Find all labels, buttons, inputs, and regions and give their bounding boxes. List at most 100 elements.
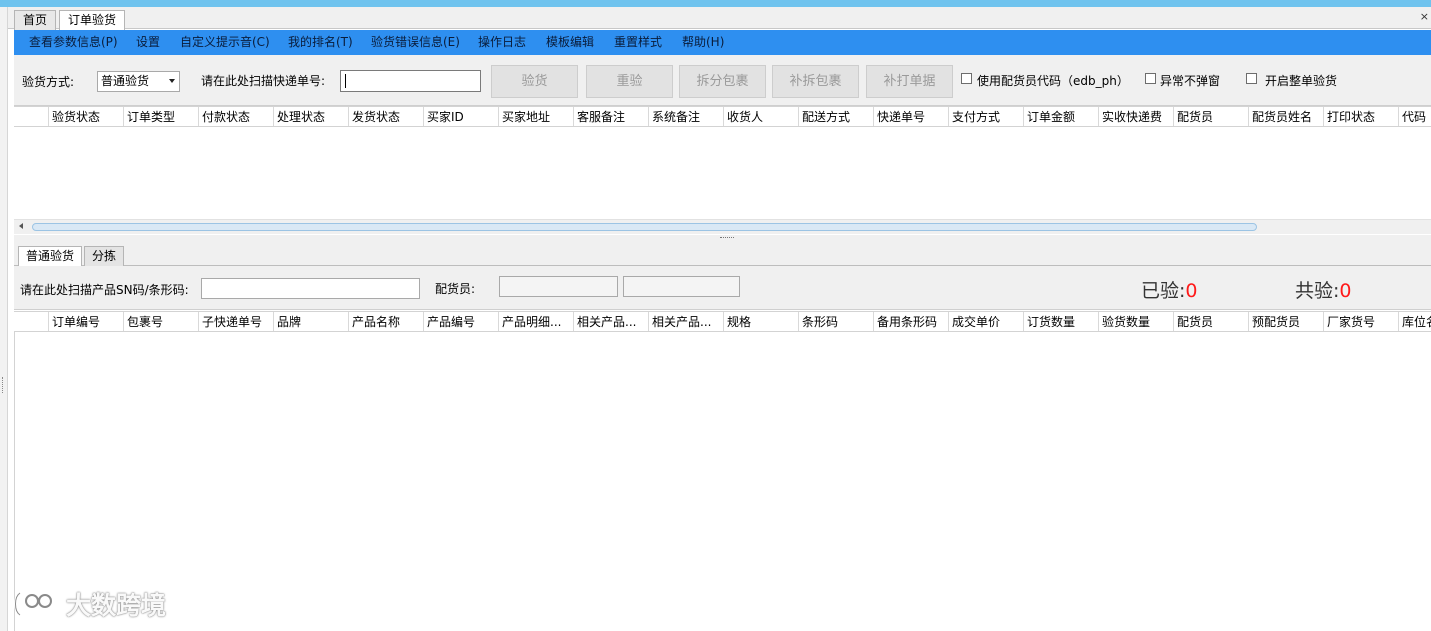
menu-template-edit[interactable]: 模板编辑 xyxy=(546,30,594,55)
menu-custom-sound[interactable]: 自定义提示音(C) xyxy=(180,30,270,55)
tracking-number-input[interactable] xyxy=(340,70,481,92)
col-brand[interactable]: 品牌 xyxy=(273,312,348,331)
whole-order-check-checkbox[interactable] xyxy=(1246,73,1257,84)
splitter-grip xyxy=(720,237,734,240)
tab-normal-check[interactable]: 普通验货 xyxy=(18,246,83,267)
col-product-name[interactable]: 产品名称 xyxy=(348,312,423,331)
scrollbar-thumb[interactable] xyxy=(32,223,1257,231)
col-shipping-fee[interactable]: 实收快递费 xyxy=(1098,107,1173,126)
document-tab-strip: 首页 订单验货 × xyxy=(8,7,1431,31)
check-toolbar: 验货方式: 普通验货 请在此处扫描快递单号: 验货 重验 拆分包裹 补拆包裹 补… xyxy=(14,55,1431,106)
menu-help[interactable]: 帮助(H) xyxy=(682,30,724,55)
col-system-note[interactable]: 系统备注 xyxy=(648,107,723,126)
whole-order-check-label: 开启整单验货 xyxy=(1265,74,1338,88)
col-buyer-address[interactable]: 买家地址 xyxy=(498,107,573,126)
col-ship-status[interactable]: 发货状态 xyxy=(348,107,423,126)
col-checked-qty[interactable]: 验货数量 xyxy=(1098,312,1173,331)
left-dock-strip xyxy=(0,7,8,631)
col-unit-price[interactable]: 成交单价 xyxy=(948,312,1023,331)
total-count: 共验:0 xyxy=(1295,276,1352,303)
close-icon[interactable]: × xyxy=(1420,10,1429,23)
scroll-left-icon[interactable] xyxy=(19,223,23,229)
col-spec[interactable]: 规格 xyxy=(723,312,798,331)
items-grid-body[interactable] xyxy=(14,332,1431,631)
col-code[interactable]: 代码 xyxy=(1398,107,1431,126)
recheck-button[interactable]: 重验 xyxy=(586,65,673,98)
orders-grid-body[interactable] xyxy=(14,127,1431,219)
checked-label: 已验: xyxy=(1141,280,1186,302)
checked-count: 已验:0 xyxy=(1141,276,1198,303)
orders-grid-header: 验货状态 订单类型 付款状态 处理状态 发货状态 买家ID 买家地址 客服备注 … xyxy=(14,106,1431,127)
total-label: 共验: xyxy=(1295,280,1340,302)
col-picker-name[interactable]: 配货员姓名 xyxy=(1248,107,1323,126)
panel-splitter[interactable] xyxy=(14,235,1431,243)
no-popup-checkbox[interactable] xyxy=(1145,73,1156,84)
col-vendor-sku[interactable]: 厂家货号 xyxy=(1323,312,1398,331)
col-related-product-2[interactable]: 相关产品... xyxy=(648,312,723,331)
menu-operation-log[interactable]: 操作日志 xyxy=(478,30,526,55)
col-tracking-number[interactable]: 快递单号 xyxy=(873,107,948,126)
picker-label: 配货员: xyxy=(435,282,476,296)
menu-my-ranking[interactable]: 我的排名(T) xyxy=(288,30,353,55)
col-pre-picker[interactable]: 预配货员 xyxy=(1248,312,1323,331)
col-service-note[interactable]: 客服备注 xyxy=(573,107,648,126)
col-receiver[interactable]: 收货人 xyxy=(723,107,798,126)
logo-icon xyxy=(12,589,60,625)
product-scan-bar: 请在此处扫描产品SN码/条形码: 配货员: 已验:0 共验:0 xyxy=(14,266,1431,310)
menu-check-errors[interactable]: 验货错误信息(E) xyxy=(371,30,460,55)
col-product-code[interactable]: 产品编号 xyxy=(423,312,498,331)
picker-name-field[interactable] xyxy=(623,276,740,297)
window-top-border xyxy=(0,0,1431,7)
col-barcode[interactable]: 条形码 xyxy=(798,312,873,331)
col-buyer-id[interactable]: 买家ID xyxy=(423,107,498,126)
watermark-text: 大数跨境 xyxy=(66,591,167,620)
col-product-detail[interactable]: 产品明细... xyxy=(498,312,573,331)
col-picker[interactable]: 配货员 xyxy=(1173,312,1248,331)
col-check-status[interactable]: 验货状态 xyxy=(48,107,123,126)
reprint-doc-button[interactable]: 补打单据 xyxy=(866,65,953,98)
col-order-amount[interactable]: 订单金额 xyxy=(1023,107,1098,126)
product-scan-label: 请在此处扫描产品SN码/条形码: xyxy=(20,283,189,297)
col-package-no[interactable]: 包裹号 xyxy=(123,312,198,331)
col-alt-barcode[interactable]: 备用条形码 xyxy=(873,312,948,331)
no-popup-label: 异常不弹窗 xyxy=(1160,74,1221,88)
scan-tracking-label: 请在此处扫描快递单号: xyxy=(201,74,326,88)
chevron-down-icon xyxy=(169,79,175,83)
picker-code-field[interactable] xyxy=(499,276,618,297)
use-picker-code-label: 使用配货员代码（edb_ph） xyxy=(977,74,1129,88)
tab-sorting[interactable]: 分拣 xyxy=(84,246,125,267)
tab-home[interactable]: 首页 xyxy=(14,10,57,30)
items-grid-header: 订单编号 包裹号 子快递单号 品牌 产品名称 产品编号 产品明细... 相关产品… xyxy=(14,311,1431,332)
col-order-type[interactable]: 订单类型 xyxy=(123,107,198,126)
tab-order-check[interactable]: 订单验货 xyxy=(59,10,126,31)
col-order-qty[interactable]: 订货数量 xyxy=(1023,312,1098,331)
product-code-input[interactable] xyxy=(201,278,420,299)
resplit-package-button[interactable]: 补拆包裹 xyxy=(772,65,859,98)
menu-settings[interactable]: 设置 xyxy=(136,30,160,55)
text-caret xyxy=(345,74,346,88)
menu-bar: 查看参数信息(P) 设置 自定义提示音(C) 我的排名(T) 验货错误信息(E)… xyxy=(14,30,1431,55)
col-process-status[interactable]: 处理状态 xyxy=(273,107,348,126)
watermark: 大数跨境 xyxy=(12,586,166,624)
col-location[interactable]: 库位名 xyxy=(1398,312,1431,331)
col-delivery-method[interactable]: 配送方式 xyxy=(798,107,873,126)
col-related-product-1[interactable]: 相关产品... xyxy=(573,312,648,331)
col-order-no[interactable]: 订单编号 xyxy=(48,312,123,331)
menu-reset-style[interactable]: 重置样式 xyxy=(614,30,662,55)
split-package-button[interactable]: 拆分包裹 xyxy=(679,65,766,98)
checked-value: 0 xyxy=(1185,280,1198,302)
check-button[interactable]: 验货 xyxy=(491,65,578,98)
col-sub-tracking[interactable]: 子快递单号 xyxy=(198,312,273,331)
mode-select[interactable]: 普通验货 xyxy=(97,71,180,92)
use-picker-code-checkbox[interactable] xyxy=(961,73,972,84)
check-mode-tabs: 普通验货 分拣 xyxy=(14,243,1431,267)
menu-view-params[interactable]: 查看参数信息(P) xyxy=(29,30,118,55)
col-print-status[interactable]: 打印状态 xyxy=(1323,107,1398,126)
mode-label: 验货方式: xyxy=(22,75,75,89)
orders-horizontal-scrollbar[interactable] xyxy=(14,219,1431,234)
col-pay-status[interactable]: 付款状态 xyxy=(198,107,273,126)
dock-grip[interactable] xyxy=(2,377,5,393)
mode-select-value: 普通验货 xyxy=(101,74,150,88)
col-picker[interactable]: 配货员 xyxy=(1173,107,1248,126)
col-payment-method[interactable]: 支付方式 xyxy=(948,107,1023,126)
